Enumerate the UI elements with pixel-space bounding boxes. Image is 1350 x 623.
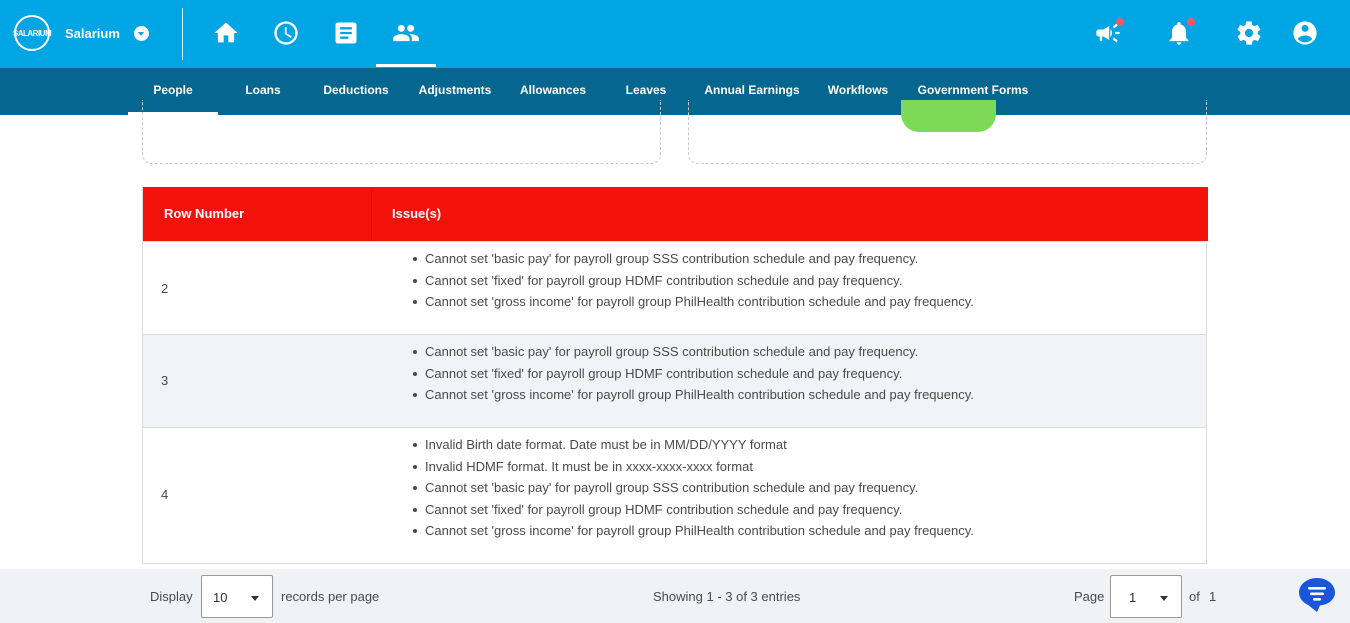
display-label: Display <box>150 589 193 604</box>
chat-support-button[interactable] <box>1297 576 1337 614</box>
top-bar: SALARIUM Salarium <box>0 0 1350 68</box>
page-label: Page <box>1074 589 1105 604</box>
issues-table: Row Number Issue(s) 2 Cannot set 'basic … <box>142 187 1208 564</box>
issue-item: Cannot set 'gross income' for payroll gr… <box>413 520 974 542</box>
issue-item: Cannot set 'basic pay' for payroll group… <box>413 477 974 499</box>
chat-icon <box>1299 578 1335 612</box>
account-icon[interactable] <box>1290 18 1320 48</box>
issue-item: Cannot set 'fixed' for payroll group HDM… <box>413 499 974 521</box>
column-header-issues: Issue(s) <box>392 206 442 221</box>
clock-icon[interactable] <box>271 18 301 48</box>
issue-item: Invalid Birth date format. Date must be … <box>413 434 974 456</box>
column-divider <box>371 187 372 241</box>
issue-list: Cannot set 'basic pay' for payroll group… <box>413 248 974 313</box>
upload-card <box>142 100 661 164</box>
records-per-page-label: records per page <box>281 589 380 604</box>
issue-list: Invalid Birth date format. Date must be … <box>413 434 974 542</box>
notification-dot <box>1116 18 1124 26</box>
row-number: 4 <box>161 487 169 502</box>
column-header-row-number: Row Number <box>164 206 245 221</box>
row-number: 2 <box>161 281 169 296</box>
table-row: 4 Invalid Birth date format. Date must b… <box>143 427 1206 564</box>
upload-button[interactable] <box>901 100 996 132</box>
table-row: 2 Cannot set 'basic pay' for payroll gro… <box>143 241 1206 334</box>
issue-item: Cannot set 'fixed' for payroll group HDM… <box>413 363 974 385</box>
issue-item: Cannot set 'basic pay' for payroll group… <box>413 248 974 270</box>
of-label: of <box>1189 589 1200 604</box>
pagination-bar: Display 10 records per page Showing 1 - … <box>0 569 1350 623</box>
chevron-down-icon[interactable] <box>133 25 149 41</box>
notification-dot <box>1187 18 1195 26</box>
document-icon[interactable] <box>331 18 361 48</box>
issue-item: Invalid HDMF format. It must be in xxxx-… <box>413 456 974 478</box>
home-icon[interactable] <box>211 18 241 48</box>
page-value: 1 <box>1129 590 1137 605</box>
gear-icon[interactable] <box>1234 18 1264 48</box>
people-icon[interactable] <box>391 18 421 48</box>
caret-down-icon <box>1160 596 1168 601</box>
brand-name: Salarium <box>65 25 120 41</box>
table-header: Row Number Issue(s) <box>143 187 1208 241</box>
header-divider <box>182 8 183 60</box>
row-number: 3 <box>161 373 169 388</box>
total-pages: 1 <box>1209 589 1217 604</box>
issue-item: Cannot set 'gross income' for payroll gr… <box>413 291 974 313</box>
salarium-logo: SALARIUM <box>13 15 52 51</box>
records-per-page-select[interactable]: 10 <box>201 575 273 618</box>
caret-down-icon <box>251 596 259 601</box>
issue-item: Cannot set 'fixed' for payroll group HDM… <box>413 270 974 292</box>
issue-list: Cannot set 'basic pay' for payroll group… <box>413 341 974 406</box>
nav-active-indicator <box>376 64 436 67</box>
entries-summary: Showing 1 - 3 of 3 entries <box>653 589 801 604</box>
page-select[interactable]: 1 <box>1110 575 1182 618</box>
issue-item: Cannot set 'gross income' for payroll gr… <box>413 384 974 406</box>
table-row: 3 Cannot set 'basic pay' for payroll gro… <box>143 334 1206 427</box>
records-per-page-value: 10 <box>213 590 228 605</box>
issue-item: Cannot set 'basic pay' for payroll group… <box>413 341 974 363</box>
brand-switcher[interactable]: SALARIUM Salarium <box>13 15 149 51</box>
